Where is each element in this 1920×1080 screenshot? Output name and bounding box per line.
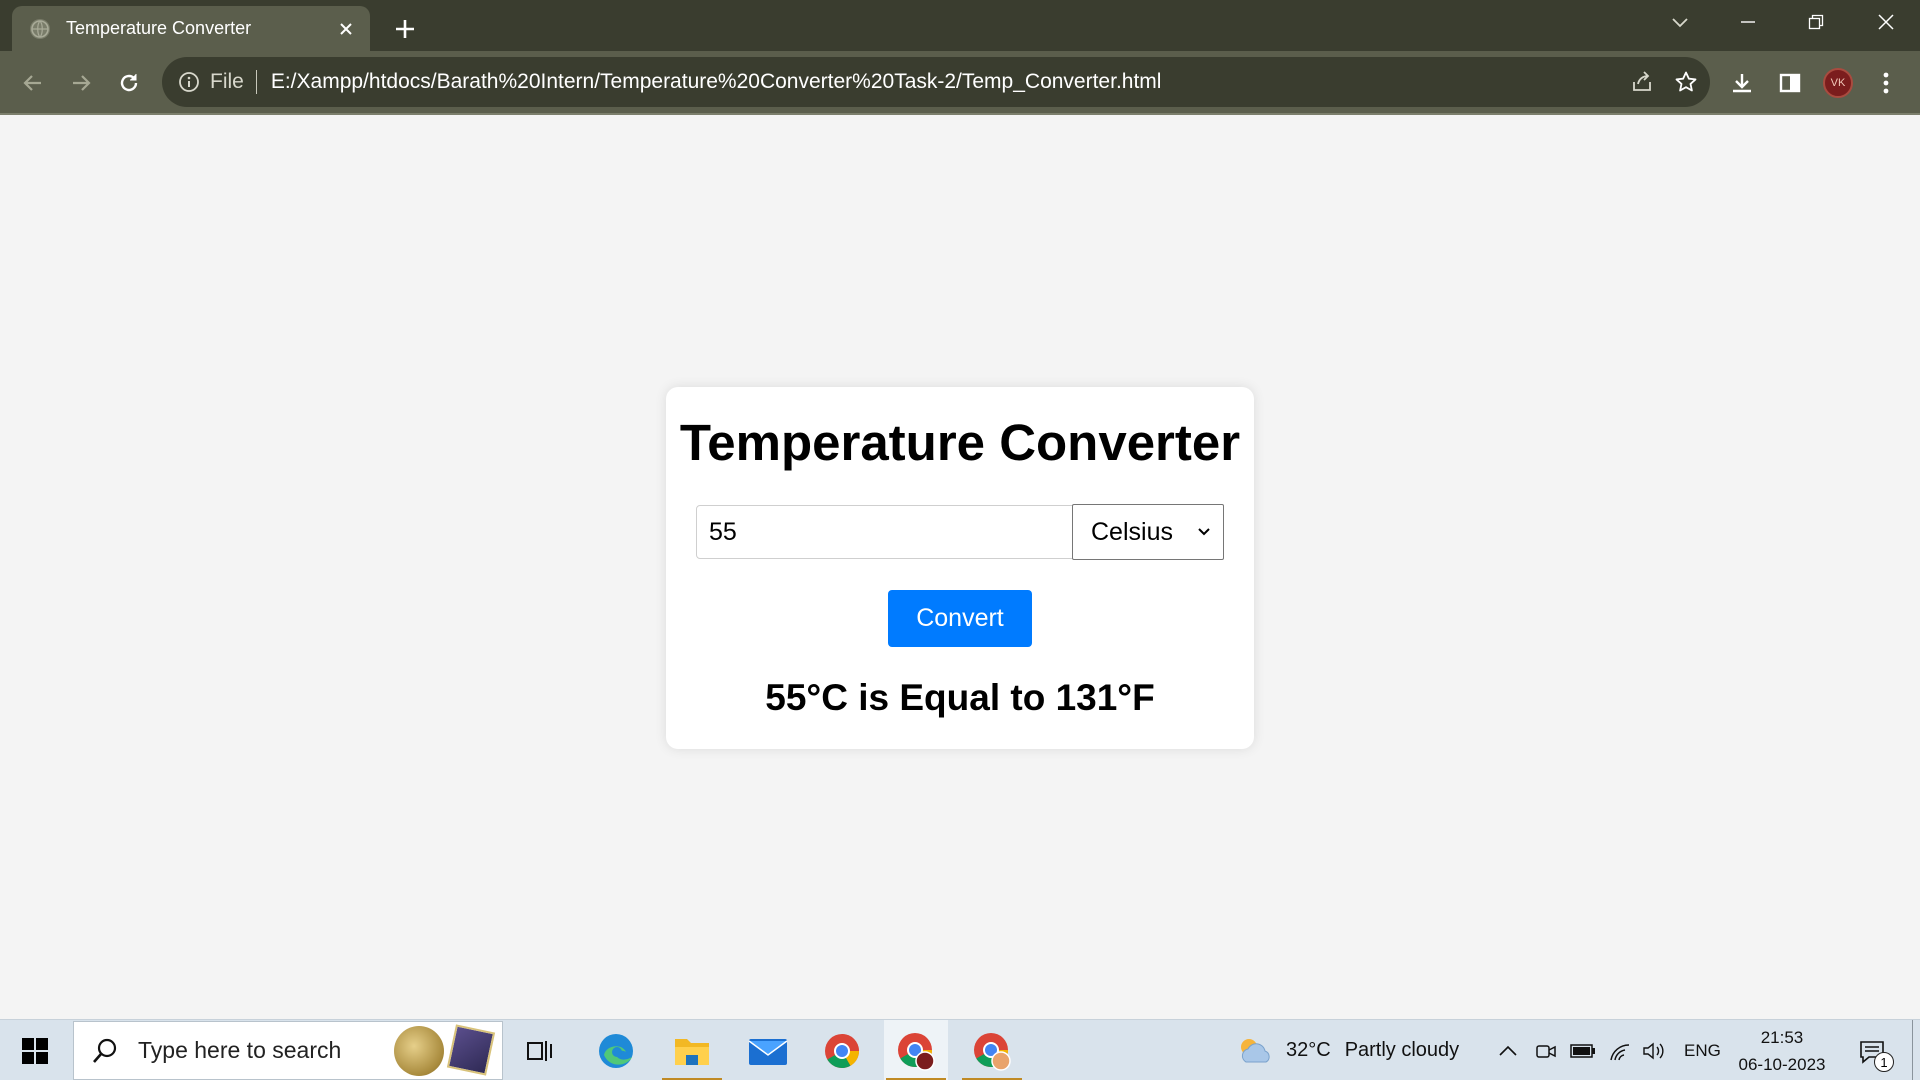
chrome-profile-app[interactable]: [960, 1020, 1024, 1080]
forward-button[interactable]: [61, 63, 101, 103]
edge-app[interactable]: [584, 1020, 648, 1080]
omnibox-actions: [1630, 57, 1698, 107]
battery-indicator[interactable]: [1570, 1020, 1596, 1080]
search-icon: [93, 1038, 117, 1063]
plus-icon: [396, 20, 414, 38]
profile-button[interactable]: VK: [1818, 63, 1858, 103]
tab-title: Temperature Converter: [66, 18, 252, 38]
windows-logo-icon: [22, 1038, 48, 1064]
unit-select-value: Celsius: [1091, 517, 1173, 546]
minimize-icon: [1741, 21, 1755, 23]
battery-icon: [1570, 1043, 1595, 1058]
reload-button[interactable]: [109, 63, 149, 103]
partly-cloudy-icon: [1241, 1038, 1270, 1062]
language-indicator[interactable]: ENG: [1684, 1020, 1721, 1080]
arrow-right-icon: [73, 75, 91, 91]
convert-button[interactable]: Convert: [888, 590, 1032, 647]
globe-icon: [30, 18, 50, 39]
tab-search-button[interactable]: [1652, 0, 1708, 44]
close-icon: [1878, 14, 1894, 30]
tab-strip: Temperature Converter: [0, 0, 1920, 51]
star-icon[interactable]: [1674, 70, 1698, 94]
clock[interactable]: 21:53 06-10-2023: [1722, 1024, 1842, 1078]
address-url[interactable]: E:/Xampp/htdocs/Barath%20Intern/Temperat…: [271, 70, 1162, 94]
side-panel-icon: [1779, 73, 1801, 93]
taskbar: Type here to search 32°C Partly cloudy E…: [0, 1019, 1920, 1080]
restore-icon: [1808, 14, 1824, 30]
network-indicator[interactable]: [1608, 1020, 1632, 1080]
language-label: ENG: [1684, 1040, 1721, 1060]
chrome-profile-icon: [898, 1032, 935, 1071]
task-view-button[interactable]: [508, 1020, 572, 1080]
address-bar[interactable]: File E:/Xampp/htdocs/Barath%20Intern/Tem…: [162, 57, 1710, 107]
download-icon: [1733, 74, 1751, 93]
address-separator: [255, 70, 257, 94]
restore-button[interactable]: [1788, 0, 1844, 44]
side-panel-button[interactable]: [1770, 63, 1810, 103]
wifi-icon: [1610, 1043, 1630, 1060]
task-view-icon: [527, 1040, 552, 1061]
notification-center-button[interactable]: 1: [1852, 1032, 1894, 1072]
edge-icon: [599, 1033, 633, 1068]
clock-time: 21:53: [1760, 1028, 1804, 1047]
camera-icon: [1536, 1044, 1556, 1058]
notification-badge: 1: [1874, 1052, 1894, 1072]
page-title: Temperature Converter: [679, 414, 1241, 471]
weather-temp: 32°C: [1286, 1039, 1331, 1061]
converter-card: Temperature Converter Celsius Convert 55…: [666, 387, 1254, 749]
address-scheme: File: [210, 70, 244, 93]
chrome-profile-icon: [974, 1032, 1011, 1071]
browser-tab[interactable]: Temperature Converter: [12, 6, 370, 51]
start-button[interactable]: [10, 1028, 60, 1074]
browser-toolbar: File E:/Xampp/htdocs/Barath%20Intern/Tem…: [0, 51, 1920, 115]
chevron-up-icon: [1499, 1045, 1517, 1056]
info-icon[interactable]: [178, 71, 200, 93]
downloads-button[interactable]: [1722, 63, 1762, 103]
chrome-icon: [825, 1033, 859, 1068]
close-tab-icon[interactable]: [334, 17, 358, 41]
unit-select[interactable]: Celsius: [1072, 504, 1224, 560]
show-desktop-button[interactable]: [1912, 1020, 1913, 1080]
file-explorer-app[interactable]: [660, 1020, 724, 1080]
volume-indicator[interactable]: [1642, 1020, 1666, 1080]
weather-desc: Partly cloudy: [1344, 1039, 1460, 1061]
minimize-button[interactable]: [1720, 0, 1776, 44]
speaker-icon: [1643, 1042, 1664, 1059]
reload-icon: [120, 74, 138, 92]
meet-now-button[interactable]: [1535, 1020, 1557, 1080]
search-highlight-medal-image: [394, 1026, 444, 1076]
share-icon[interactable]: [1630, 70, 1654, 94]
mail-icon: [748, 1038, 788, 1065]
new-tab-button[interactable]: [388, 12, 422, 46]
menu-button[interactable]: [1866, 63, 1906, 103]
close-window-button[interactable]: [1858, 0, 1914, 44]
show-hidden-icons-button[interactable]: [1498, 1020, 1518, 1080]
more-vert-icon: [1883, 72, 1889, 94]
back-button[interactable]: [13, 63, 53, 103]
chevron-down-icon: [1198, 528, 1210, 536]
arrow-left-icon: [23, 75, 41, 91]
chrome-profile-app-active[interactable]: [884, 1020, 948, 1080]
weather-widget[interactable]: 32°C Partly cloudy: [1236, 1020, 1459, 1080]
avatar: VK: [1823, 68, 1853, 98]
file-explorer-icon: [675, 1038, 709, 1065]
chrome-app[interactable]: [810, 1020, 874, 1080]
mail-app[interactable]: [736, 1020, 800, 1080]
clock-date: 06-10-2023: [1738, 1055, 1826, 1074]
chevron-down-icon: [1672, 18, 1688, 28]
search-highlight-box-image: [446, 1024, 496, 1076]
temperature-input[interactable]: [696, 505, 1074, 559]
result-text: 55°C is Equal to 131°F: [765, 677, 1155, 718]
taskbar-search[interactable]: Type here to search: [73, 1021, 503, 1080]
